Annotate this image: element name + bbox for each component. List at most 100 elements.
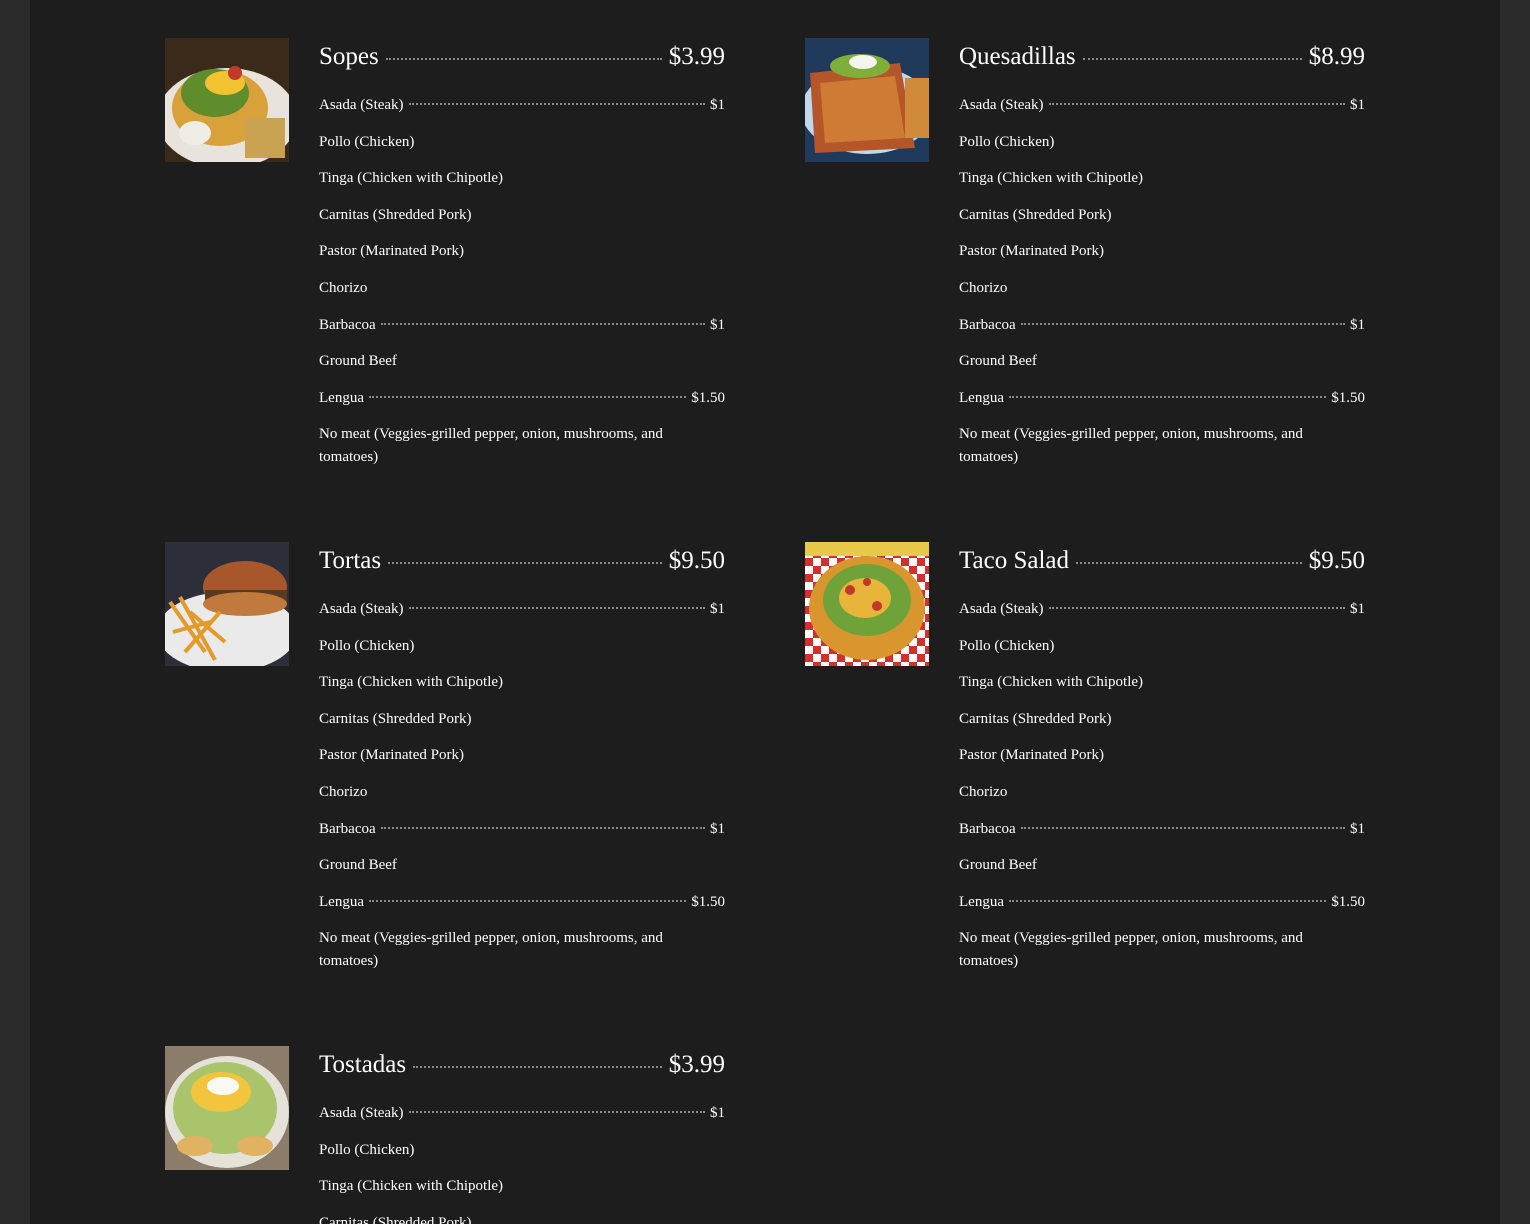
item-heading: Tostadas $3.99 (319, 1046, 725, 1084)
dot-leader (1048, 103, 1345, 105)
option-price: $1 (1350, 97, 1365, 113)
option-row: Pollo (Chicken) (959, 635, 1365, 658)
dot-leader (408, 607, 705, 609)
item-body: Tostadas $3.99 Asada (Steak) $1 Pollo (Ch… (319, 1046, 725, 1224)
tortas-photo[interactable] (165, 542, 289, 666)
option-row: No meat (Veggies-grilled pepper, onion, … (959, 423, 1319, 469)
option-label: Pollo (Chicken) (319, 1141, 415, 1158)
option-label: Ground Beef (319, 857, 397, 874)
option-label: Lengua (319, 893, 364, 910)
item-body: Quesadillas $8.99 Asada (Steak) $1 Pollo … (959, 38, 1365, 483)
item-price: $9.50 (1308, 547, 1365, 574)
option-price: $1 (710, 601, 725, 617)
option-label: Lengua (319, 389, 364, 406)
option-list: Asada (Steak) $1 Pollo (Chicken) Tinga (C… (959, 94, 1365, 469)
option-label: Chorizo (959, 783, 1008, 800)
item-heading: Tortas $9.50 (319, 542, 725, 580)
option-row: Lengua $1.50 (959, 387, 1365, 410)
item-heading: Quesadillas $8.99 (959, 38, 1365, 76)
option-row: Chorizo (959, 277, 1365, 300)
option-row: Lengua $1.50 (319, 387, 725, 410)
item-name: Tortas (319, 547, 382, 574)
item-price: $3.99 (668, 43, 725, 70)
option-row: Asada (Steak) $1 (319, 1102, 725, 1125)
option-row: Carnitas (Shredded Pork) (319, 204, 725, 227)
option-price: $1 (710, 316, 725, 333)
option-label: Chorizo (319, 783, 368, 800)
option-price: $1.50 (691, 389, 725, 406)
option-label: No meat (Veggies-grilled pepper, onion, … (959, 426, 1303, 466)
item-price: $3.99 (668, 1051, 725, 1078)
option-price: $1.50 (691, 893, 725, 910)
menu-item-tostadas: Tostadas $3.99 Asada (Steak) $1 Pollo (Ch… (165, 1046, 725, 1224)
option-row: Pollo (Chicken) (319, 131, 725, 154)
option-row: Barbacoa $1 (319, 818, 725, 841)
option-label: Asada (Steak) (319, 97, 404, 113)
option-list: Asada (Steak) $1 Pollo (Chicken) Tinga (C… (319, 598, 725, 973)
item-price: $8.99 (1308, 43, 1365, 70)
option-row: Chorizo (319, 277, 725, 300)
option-label: Carnitas (Shredded Pork) (319, 710, 472, 727)
quesadillas-photo[interactable] (805, 38, 929, 162)
option-label: Chorizo (319, 279, 368, 296)
option-label: Carnitas (Shredded Pork) (959, 206, 1112, 223)
menu-item-tortas: Tortas $9.50 Asada (Steak) $1 Pollo (Chic… (165, 542, 725, 1012)
option-row: Tinga (Chicken with Chipotle) (319, 671, 725, 694)
option-label: Lengua (959, 893, 1004, 910)
dot-leader (380, 322, 705, 325)
option-row: Ground Beef (319, 350, 725, 373)
option-row: Carnitas (Shredded Pork) (959, 204, 1365, 227)
item-heading: Sopes $3.99 (319, 38, 725, 76)
option-label: Barbacoa (959, 316, 1016, 333)
menu-item-quesadillas: Quesadillas $8.99 Asada (Steak) $1 Pollo … (805, 38, 1365, 508)
option-row: Barbacoa $1 (959, 818, 1365, 841)
option-row: Pollo (Chicken) (959, 131, 1365, 154)
option-label: Barbacoa (959, 820, 1016, 837)
option-row: Pastor (Marinated Pork) (959, 240, 1365, 263)
dot-leader (413, 1066, 662, 1068)
option-row: Barbacoa $1 (959, 314, 1365, 337)
option-row: Pollo (Chicken) (319, 635, 725, 658)
option-list: Asada (Steak) $1 Pollo (Chicken) Tinga (C… (959, 598, 1365, 973)
option-label: Barbacoa (319, 820, 376, 837)
option-label: Barbacoa (319, 316, 376, 333)
option-label: Asada (Steak) (959, 97, 1044, 113)
option-label: Asada (Steak) (319, 601, 404, 617)
option-row: Asada (Steak) $1 (319, 94, 725, 117)
option-label: Pastor (Marinated Pork) (319, 747, 464, 764)
dot-leader (385, 58, 662, 60)
tostadas-photo[interactable] (165, 1046, 289, 1170)
option-row: Pastor (Marinated Pork) (319, 744, 725, 767)
item-name: Taco Salad (959, 547, 1070, 574)
item-name: Quesadillas (959, 43, 1076, 70)
option-row: Carnitas (Shredded Pork) (319, 708, 725, 731)
option-label: Pollo (Chicken) (959, 637, 1055, 654)
option-price: $1.50 (1331, 389, 1365, 406)
dot-leader (408, 1111, 705, 1113)
option-row: Chorizo (959, 781, 1365, 804)
option-price: $1 (710, 1105, 725, 1121)
dot-leader (1008, 395, 1327, 398)
option-label: No meat (Veggies-grilled pepper, onion, … (959, 930, 1303, 970)
sopes-photo[interactable] (165, 38, 289, 162)
option-label: Pastor (Marinated Pork) (319, 243, 464, 260)
dot-leader (388, 562, 662, 564)
option-label: Carnitas (Shredded Pork) (319, 206, 472, 223)
option-row: Asada (Steak) $1 (959, 94, 1365, 117)
option-label: Pollo (Chicken) (319, 637, 415, 654)
option-label: Ground Beef (319, 353, 397, 370)
menu-page: Sopes $3.99 Asada (Steak) $1 Pollo (Chick… (30, 0, 1500, 1224)
dot-leader (408, 103, 705, 105)
option-label: No meat (Veggies-grilled pepper, onion, … (319, 426, 663, 466)
option-row: Tinga (Chicken with Chipotle) (319, 167, 725, 190)
menu-item-sopes: Sopes $3.99 Asada (Steak) $1 Pollo (Chick… (165, 38, 725, 508)
option-row: No meat (Veggies-grilled pepper, onion, … (959, 927, 1319, 973)
option-label: Pollo (Chicken) (319, 133, 415, 150)
dot-leader (1076, 562, 1302, 564)
option-price: $1 (710, 820, 725, 837)
option-row: Lengua $1.50 (959, 891, 1365, 914)
taco-salad-photo[interactable] (805, 542, 929, 666)
option-label: Ground Beef (959, 857, 1037, 874)
item-heading: Taco Salad $9.50 (959, 542, 1365, 580)
option-list: Asada (Steak) $1 Pollo (Chicken) Tinga (C… (319, 94, 725, 469)
